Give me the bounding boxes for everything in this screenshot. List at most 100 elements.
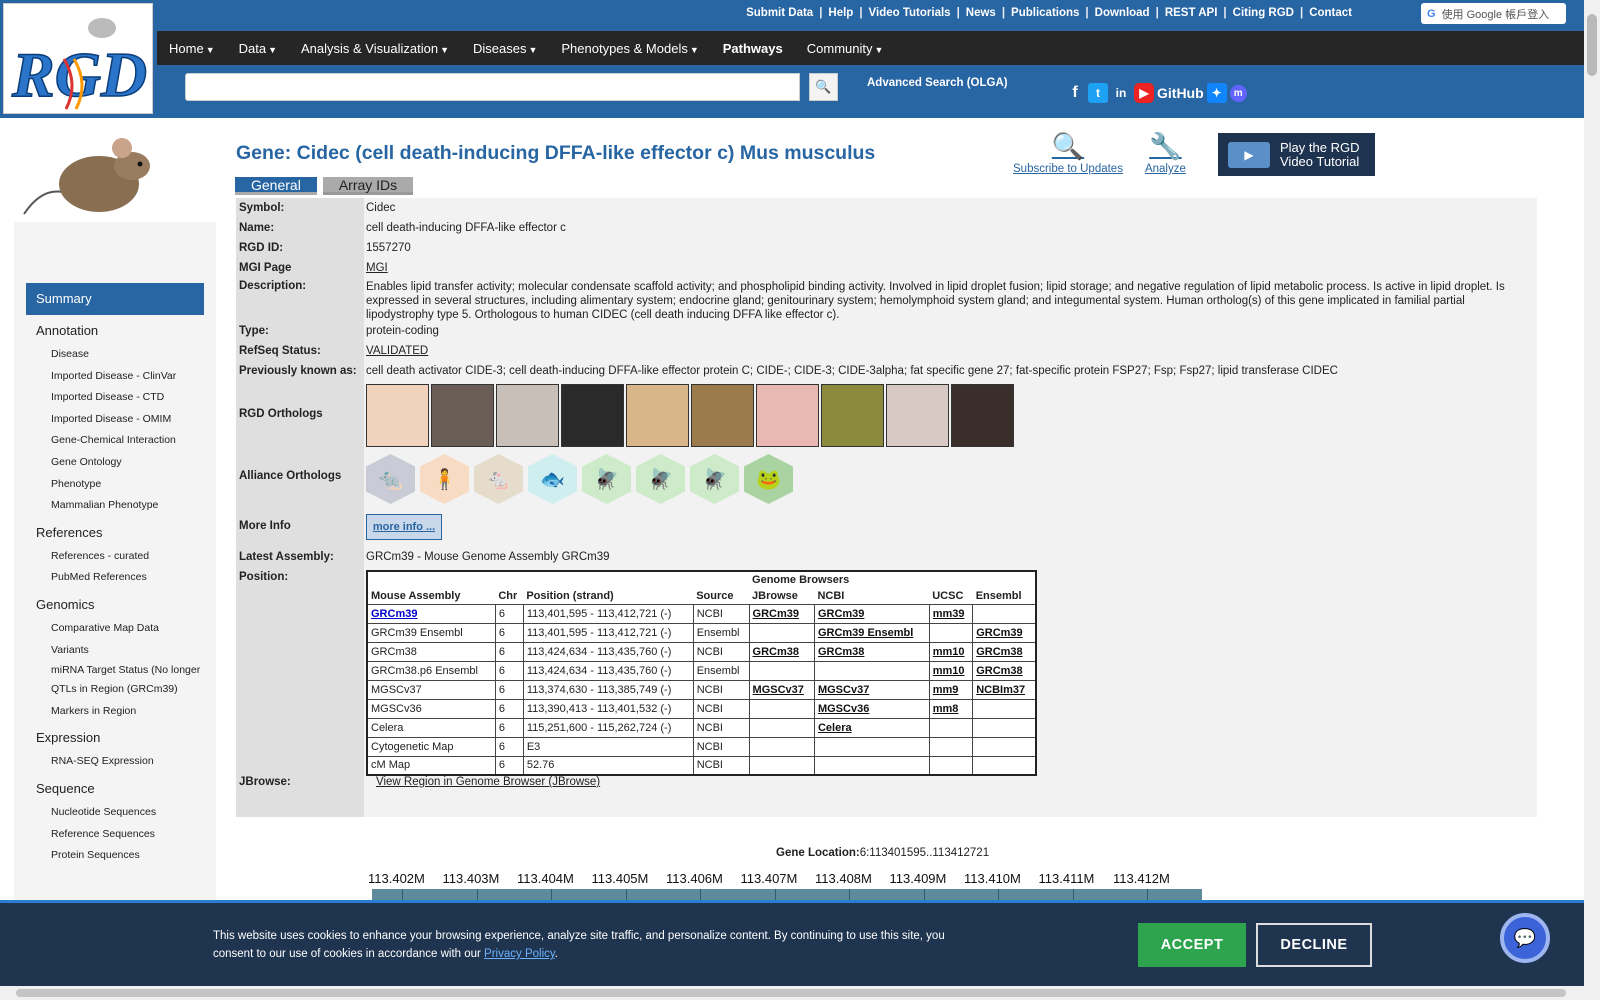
util-link[interactable]: Contact <box>1309 7 1352 19</box>
sidebar-heading[interactable]: Annotation <box>36 323 206 338</box>
util-link[interactable]: Submit Data <box>746 7 813 19</box>
jbrowse-link[interactable]: View Region in Genome Browser (JBrowse) <box>376 776 600 788</box>
util-link[interactable]: News <box>966 7 996 19</box>
more-info-button[interactable]: more info ... <box>366 514 442 540</box>
bluesky-icon[interactable]: ✦ <box>1206 83 1227 103</box>
mouse-hex-icon[interactable]: 🐁 <box>474 454 523 504</box>
browser-link[interactable]: NCBIm37 <box>976 684 1025 696</box>
ortholog-pig-image[interactable] <box>756 384 819 447</box>
fly-hex-icon[interactable]: 🪰 <box>582 454 631 504</box>
browser-link[interactable]: Celera <box>818 722 852 734</box>
ortholog-dog-image[interactable] <box>626 384 689 447</box>
sidebar-item[interactable]: Reference Sequences <box>51 824 206 846</box>
sidebar-item[interactable]: Nucleotide Sequences <box>51 802 206 824</box>
mastodon-icon[interactable]: m <box>1229 84 1247 102</box>
vertical-scrollbar[interactable] <box>1584 0 1600 986</box>
sidebar-item[interactable]: Disease <box>51 344 206 366</box>
util-link[interactable]: Help <box>828 7 853 19</box>
facebook-icon[interactable]: f <box>1065 83 1085 103</box>
ortholog-squirrel-image[interactable] <box>691 384 754 447</box>
nav-diseases[interactable]: Diseases ▼ <box>461 41 549 56</box>
ortholog-bonobo-image[interactable] <box>561 384 624 447</box>
mgi-link[interactable]: MGI <box>366 262 388 274</box>
ortholog-vervet-image[interactable] <box>821 384 884 447</box>
fly-hex-icon-3[interactable]: 🪰 <box>690 454 739 504</box>
sidebar-item[interactable]: Comparative Map Data <box>51 618 206 640</box>
video-tutorial-button[interactable]: ▶ Play the RGD Video Tutorial <box>1218 133 1375 176</box>
sidebar-item[interactable]: Gene Ontology <box>51 452 206 474</box>
human-hex-icon[interactable]: 🧍 <box>420 454 469 504</box>
browser-link[interactable]: mm39 <box>933 608 965 620</box>
privacy-policy-link[interactable]: Privacy Policy <box>484 948 555 960</box>
util-link[interactable]: Video Tutorials <box>869 7 951 19</box>
ortholog-human-image[interactable] <box>366 384 429 447</box>
rat-hex-icon[interactable]: 🐀 <box>366 454 415 504</box>
util-link[interactable]: Citing RGD <box>1233 7 1294 19</box>
subscribe-button[interactable]: 🔍 Subscribe to Updates <box>1013 131 1123 175</box>
ortholog-rat-image[interactable] <box>431 384 494 447</box>
nav-analysis[interactable]: Analysis & Visualization ▼ <box>289 41 461 56</box>
browser-link[interactable]: GRCm39 Ensembl <box>818 627 913 639</box>
sidebar-item[interactable]: PubMed References <box>51 567 206 589</box>
sidebar-item[interactable]: Imported Disease - CTD <box>51 387 206 409</box>
horizontal-scrollbar[interactable] <box>0 986 1600 1000</box>
search-input[interactable] <box>185 73 800 101</box>
sidebar-item[interactable]: miRNA Target Status (No longer <box>51 661 206 679</box>
browser-link[interactable]: GRCm39 <box>818 608 864 620</box>
sidebar-item[interactable]: Gene-Chemical Interaction <box>51 430 206 452</box>
youtube-icon[interactable]: ▶ <box>1134 83 1154 103</box>
twitter-icon[interactable]: t <box>1088 83 1108 103</box>
accept-cookies-button[interactable]: ACCEPT <box>1138 923 1246 967</box>
browser-link[interactable]: GRCm38 <box>976 646 1022 658</box>
frog-hex-icon[interactable]: 🐸 <box>744 454 793 504</box>
sidebar-item[interactable]: Imported Disease - ClinVar <box>51 366 206 388</box>
browser-link[interactable]: GRCm39 <box>753 608 799 620</box>
browser-link[interactable]: MGSCv37 <box>818 684 869 696</box>
nav-pathways[interactable]: Pathways <box>711 41 795 56</box>
browser-link[interactable]: GRCm39 <box>371 608 417 620</box>
browser-link[interactable]: GRCm39 <box>976 627 1022 639</box>
github-link[interactable]: GitHub <box>1157 83 1204 103</box>
chat-icon[interactable]: 💬 <box>1500 913 1550 963</box>
sidebar-item[interactable]: References - curated <box>51 546 206 568</box>
google-signin-button[interactable]: G 使用 Google 帳戶登入 <box>1421 3 1566 24</box>
browser-link[interactable]: GRCm38 <box>753 646 799 658</box>
browser-link[interactable]: mm10 <box>933 665 965 677</box>
sidebar-item[interactable]: Markers in Region <box>51 701 206 723</box>
refseq-link[interactable]: VALIDATED <box>366 345 428 357</box>
tab-general[interactable]: General <box>235 177 317 195</box>
sidebar-item[interactable]: RNA-SEQ Expression <box>51 751 206 773</box>
ortholog-mole-rat-image[interactable] <box>886 384 949 447</box>
sidebar-item-summary[interactable]: Summary <box>26 283 204 315</box>
ortholog-black-rat-image[interactable] <box>951 384 1014 447</box>
zebrafish-hex-icon[interactable]: 🐟 <box>528 454 577 504</box>
sidebar-item[interactable]: Variants <box>51 640 206 662</box>
linkedin-icon[interactable]: in <box>1111 83 1131 103</box>
sidebar-heading[interactable]: Genomics <box>36 597 206 612</box>
scroll-thumb[interactable] <box>1587 14 1597 76</box>
tab-array-ids[interactable]: Array IDs <box>322 177 414 195</box>
nav-community[interactable]: Community ▼ <box>795 41 896 56</box>
sidebar-item[interactable]: Mammalian Phenotype <box>51 495 206 517</box>
scroll-thumb[interactable] <box>16 989 1566 997</box>
ortholog-chinchilla-image[interactable] <box>496 384 559 447</box>
sidebar-item[interactable]: Imported Disease - OMIM <box>51 409 206 431</box>
sidebar-item[interactable]: Protein Sequences <box>51 845 206 867</box>
util-link[interactable]: Download <box>1095 7 1150 19</box>
sidebar-item[interactable]: Phenotype <box>51 474 206 496</box>
util-link[interactable]: Publications <box>1011 7 1079 19</box>
search-button[interactable]: 🔍 <box>809 73 838 101</box>
advanced-search-link[interactable]: Advanced Search (OLGA) <box>867 77 1008 89</box>
genome-ruler[interactable]: 113.402M 113.403M 113.404M 113.405M 113.406M… <box>368 871 1202 901</box>
nav-phenotypes[interactable]: Phenotypes & Models ▼ <box>549 41 710 56</box>
rgd-logo[interactable]: RGD <box>3 3 153 114</box>
browser-link[interactable]: mm9 <box>933 684 959 696</box>
browser-link[interactable]: GRCm38 <box>976 665 1022 677</box>
sidebar-heading[interactable]: Expression <box>36 730 206 745</box>
nav-data[interactable]: Data ▼ <box>227 41 289 56</box>
sidebar-item[interactable]: QTLs in Region (GRCm39) <box>51 679 206 701</box>
fly-hex-icon-2[interactable]: 🪰 <box>636 454 685 504</box>
sidebar-heading[interactable]: Sequence <box>36 781 206 796</box>
browser-link[interactable]: mm8 <box>933 703 959 715</box>
browser-link[interactable]: MGSCv36 <box>818 703 869 715</box>
